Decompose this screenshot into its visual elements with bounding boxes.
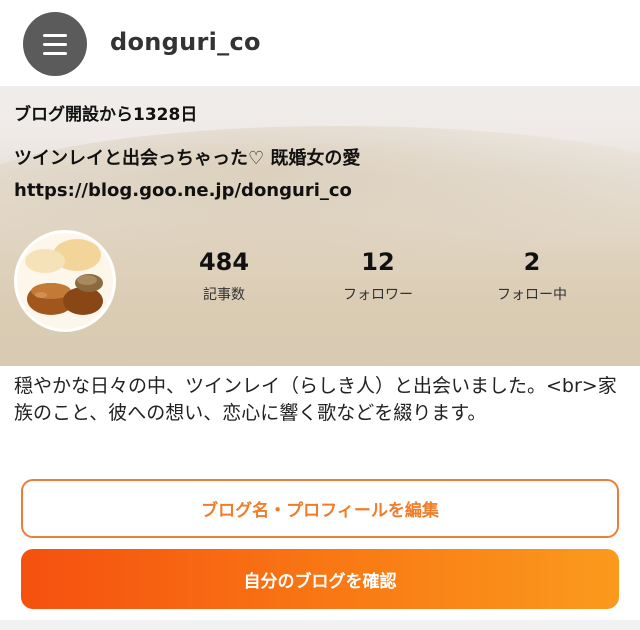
avatar[interactable]: [14, 230, 116, 332]
divider: [0, 620, 640, 630]
view-blog-button[interactable]: 自分のブログを確認: [21, 549, 619, 609]
menu-line: [43, 33, 67, 37]
stat-label: フォロー中: [497, 287, 567, 303]
stat-following[interactable]: 2 フォロー中: [462, 248, 602, 304]
stat-value: 2: [523, 248, 541, 276]
hamburger-menu-icon[interactable]: [23, 12, 87, 76]
blog-days: ブログ開設から1328日: [14, 105, 198, 125]
stat-followers[interactable]: 12 フォロワー: [308, 248, 448, 304]
stat-label: 記事数: [203, 287, 245, 303]
blog-title: ツインレイと出会っちゃった♡ 既婚女の愛: [14, 148, 361, 169]
top-bar: donguri_co: [0, 0, 640, 86]
profile-bio: 穏やかな日々の中、ツインレイ（らしき人）と出会いました。<br>家族のこと、彼へ…: [14, 375, 617, 424]
menu-line: [43, 51, 67, 55]
stat-label: フォロワー: [343, 287, 413, 303]
username: donguri_co: [110, 28, 261, 56]
menu-line: [43, 42, 67, 46]
stat-value: 484: [198, 248, 250, 276]
blog-url[interactable]: https://blog.goo.ne.jp/donguri_co: [14, 180, 352, 201]
stat-articles[interactable]: 484 記事数: [154, 248, 294, 304]
stat-value: 12: [361, 248, 395, 276]
edit-profile-button[interactable]: ブログ名・プロフィールを編集: [21, 479, 619, 538]
acorn-avatar: [17, 233, 113, 329]
profile-header: ブログ開設から1328日 ツインレイと出会っちゃった♡ 既婚女の愛 https:…: [0, 86, 640, 366]
